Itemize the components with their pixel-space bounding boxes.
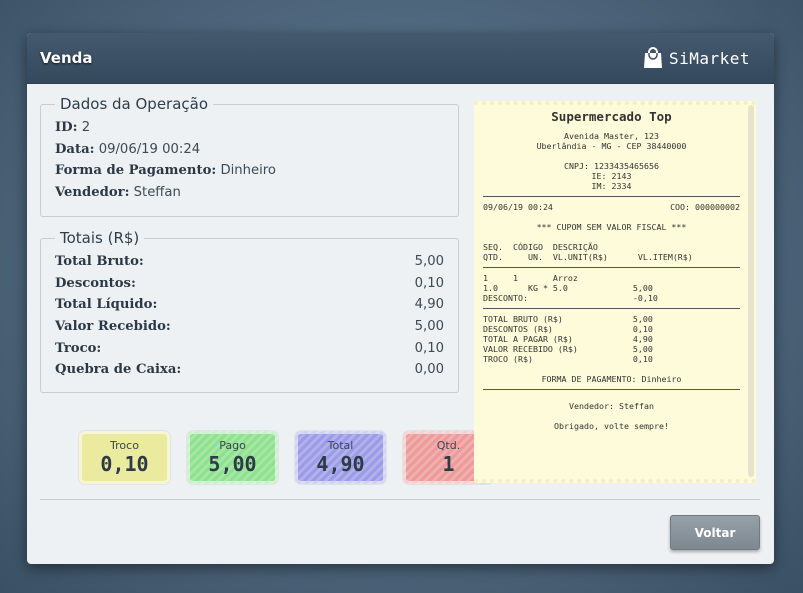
receipt-valor-recebido: VALOR RECEBIDO (R$) 5,00 bbox=[483, 344, 653, 354]
receipt-im: IM: 2334 bbox=[591, 181, 632, 191]
op-id-label: ID: bbox=[55, 120, 78, 136]
pago-tile-value: 5,00 bbox=[208, 452, 257, 476]
total-liquido-row: Total Líquido: 4,90 bbox=[55, 294, 444, 316]
op-seller-value: Steffan bbox=[133, 185, 181, 201]
receipt-separator bbox=[483, 308, 740, 309]
quebra-caixa-row: Quebra de Caixa: 0,00 bbox=[55, 359, 444, 381]
op-seller-row: Vendedor: Steffan bbox=[55, 182, 444, 204]
receipt-separator bbox=[483, 389, 740, 390]
receipt-item-line2: 1.0 KG * 5.0 5,00 bbox=[483, 283, 653, 293]
receipt-item-line1: 1 1 Arroz bbox=[483, 273, 578, 283]
op-seller-label: Vendedor: bbox=[55, 185, 130, 201]
total-liquido-value: 4,90 bbox=[414, 297, 444, 313]
receipt-panel[interactable]: Supermercado Top Avenida Master, 123 Ube… bbox=[474, 101, 756, 483]
op-id-row: ID: 2 bbox=[55, 117, 444, 139]
total-bruto-label: Total Bruto: bbox=[55, 254, 144, 270]
receipt-cnpj: CNPJ: 1233435465656 bbox=[564, 161, 659, 171]
op-id-value: 2 bbox=[81, 120, 91, 136]
brand-name: SiMarket bbox=[668, 48, 750, 68]
op-payment-row: Forma de Pagamento: Dinheiro bbox=[55, 160, 444, 182]
valor-recebido-value: 5,00 bbox=[414, 319, 444, 335]
receipt-total-pagar: TOTAL A PAGAR (R$) 4,90 bbox=[483, 334, 653, 344]
totals-group: Totais (R$) Total Bruto: 5,00 Descontos:… bbox=[40, 229, 459, 393]
operation-data-group: Dados da Operação ID: 2 Data: 09/06/19 0… bbox=[40, 95, 459, 217]
total-tile-label: Total bbox=[327, 439, 354, 452]
receipt-payment-method: FORMA DE PAGAMENTO: Dinheiro bbox=[541, 374, 682, 384]
receipt-total-bruto: TOTAL BRUTO (R$) 5,00 bbox=[483, 314, 653, 324]
pago-tile-label: Pago bbox=[219, 439, 246, 452]
back-button[interactable]: Voltar bbox=[670, 515, 760, 550]
op-payment-label: Forma de Pagamento: bbox=[55, 163, 217, 179]
operation-data-legend: Dados da Operação bbox=[60, 95, 209, 113]
totals-legend: Totais (R$) bbox=[60, 229, 140, 247]
op-date-row: Data: 09/06/19 00:24 bbox=[55, 139, 444, 161]
receipt-troco: TROCO (R$) 0,10 bbox=[483, 354, 653, 364]
quebra-caixa-label: Quebra de Caixa: bbox=[55, 362, 182, 378]
sale-window: Venda SiMarket Dados da Operação ID: 2 D… bbox=[27, 33, 774, 564]
receipt-separator bbox=[483, 196, 740, 197]
receipt-item-discount: DESCONTO: -0,10 bbox=[483, 293, 658, 303]
receipt-store-name: Supermercado Top bbox=[551, 109, 672, 124]
op-date-value: 09/06/19 00:24 bbox=[98, 141, 201, 157]
qtd-tile-value: 1 bbox=[442, 452, 455, 476]
window-title: Venda bbox=[40, 49, 93, 67]
receipt-date-row: 09/06/19 00:24 COO: 000000002 bbox=[483, 202, 740, 212]
receipt-seller: Vendedor: Steffan bbox=[569, 401, 654, 411]
receipt-ie: IE: 2143 bbox=[591, 171, 632, 181]
receipt-coo: COO: 000000002 bbox=[670, 202, 740, 212]
descontos-label: Descontos: bbox=[55, 275, 136, 291]
troco-row: Troco: 0,10 bbox=[55, 337, 444, 359]
receipt-header1: SEQ. CÓDIGO DESCRIÇÃO bbox=[483, 242, 598, 252]
receipt-descontos: DESCONTOS (R$) 0,10 bbox=[483, 324, 653, 334]
troco-label: Troco: bbox=[55, 340, 102, 356]
qtd-tile-label: Qtd. bbox=[436, 439, 461, 452]
shopping-bag-icon bbox=[643, 47, 662, 68]
receipt-thanks: Obrigado, volte sempre! bbox=[554, 421, 669, 431]
troco-tile-label: Troco bbox=[110, 439, 139, 452]
descontos-row: Descontos: 0,10 bbox=[55, 273, 444, 295]
receipt-header2: QTD. UN. VL.UNIT(R$) VL.ITEM(R$) bbox=[483, 252, 693, 262]
op-date-label: Data: bbox=[55, 141, 95, 157]
troco-tile-value: 0,10 bbox=[100, 452, 149, 476]
total-liquido-label: Total Líquido: bbox=[55, 297, 158, 313]
total-bruto-row: Total Bruto: 5,00 bbox=[55, 251, 444, 273]
receipt-address1: Avenida Master, 123 bbox=[564, 131, 659, 141]
valor-recebido-row: Valor Recebido: 5,00 bbox=[55, 316, 444, 338]
summary-tiles: Troco 0,10 Pago 5,00 Total 4,90 Qtd. 1 bbox=[79, 431, 494, 484]
receipt-separator bbox=[483, 267, 740, 268]
brand-logo: SiMarket bbox=[641, 46, 750, 70]
total-tile-value: 4,90 bbox=[316, 452, 365, 476]
pago-tile: Pago 5,00 bbox=[187, 431, 278, 484]
quebra-caixa-value: 0,00 bbox=[414, 362, 444, 378]
receipt-date: 09/06/19 00:24 bbox=[483, 202, 553, 212]
receipt-cupom-note: *** CUPOM SEM VALOR FISCAL *** bbox=[536, 222, 687, 232]
receipt-address2: Uberlândia - MG - CEP 38440000 bbox=[536, 141, 687, 151]
valor-recebido-label: Valor Recebido: bbox=[55, 319, 171, 335]
op-payment-value: Dinheiro bbox=[220, 163, 276, 179]
descontos-value: 0,10 bbox=[414, 275, 444, 291]
title-bar: Venda SiMarket bbox=[27, 33, 774, 84]
troco-value: 0,10 bbox=[414, 340, 444, 356]
footer-divider bbox=[40, 499, 760, 500]
receipt-scrollbar[interactable] bbox=[748, 105, 754, 477]
troco-tile: Troco 0,10 bbox=[79, 431, 170, 484]
total-tile: Total 4,90 bbox=[295, 431, 386, 484]
total-bruto-value: 5,00 bbox=[414, 254, 444, 270]
